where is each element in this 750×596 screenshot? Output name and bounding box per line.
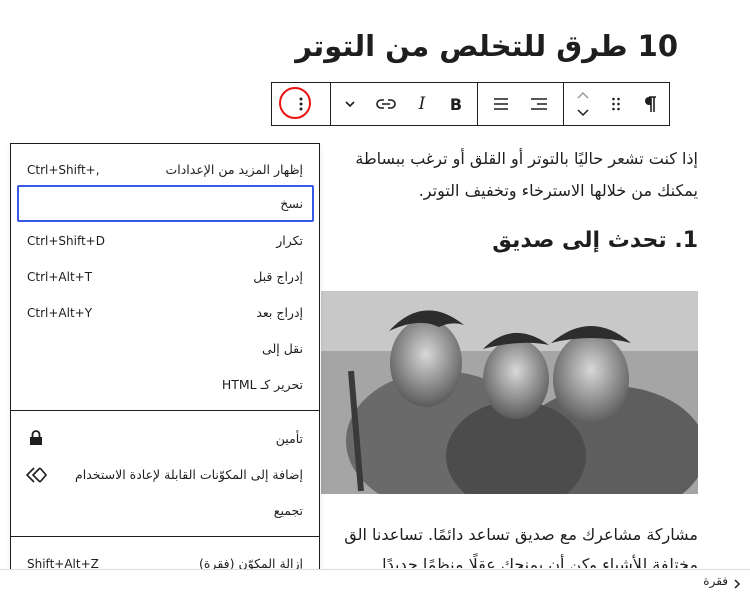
photo-children[interactable] [321, 291, 698, 494]
paragraph-line[interactable]: مشاركة مشاعرك مع صديق تساعد دائمًا. تساع… [344, 520, 698, 550]
align-button[interactable] [520, 83, 558, 125]
justify-button[interactable] [482, 83, 520, 125]
link-icon [376, 99, 396, 109]
lock-icon [29, 430, 43, 450]
menu-item-group[interactable]: تجميع [11, 494, 319, 528]
chevron-down-icon [345, 101, 355, 108]
page-title[interactable]: 10 طرق للتخلص من التوتر [295, 26, 678, 66]
photo-image [321, 291, 698, 494]
menu-item-add-reusable[interactable]: إضافة إلى المكوّنات القابلة لإعادة الاست… [11, 458, 319, 492]
toolbar-divider [477, 83, 478, 125]
paragraph-icon [645, 96, 656, 112]
bold-button[interactable]: B [438, 83, 474, 125]
align-right-icon [531, 98, 547, 110]
justify-icon [494, 98, 508, 110]
menu-item-shortcut: Ctrl+Shift+, [27, 163, 100, 177]
menu-item-shortcut: Ctrl+Alt+T [27, 270, 93, 284]
block-breadcrumb-bar: فقرة [0, 569, 750, 596]
menu-item-label: إظهار المزيد من الإعدادات [165, 162, 303, 177]
menu-item-lock[interactable]: تأمين [11, 422, 319, 456]
block-options-menu: إظهار المزيد من الإعدادات Ctrl+Shift+, ن… [10, 143, 320, 588]
drag-handle[interactable] [600, 83, 632, 125]
menu-item-label: تأمين [275, 431, 303, 446]
menu-item-label: إضافة إلى المكوّنات القابلة لإعادة الاست… [75, 467, 303, 482]
menu-item-insert-before[interactable]: إدراج قبل Ctrl+Alt+T [11, 260, 319, 294]
menu-item-shortcut: Ctrl+Alt+Y [27, 306, 93, 320]
menu-item-move-to[interactable]: نقل إلى [11, 332, 319, 366]
paragraph-line[interactable]: يمكنك من خلالها الاسترخاء وتخفيف التوتر. [419, 176, 698, 206]
menu-item-label: تجميع [273, 503, 303, 518]
focus-outline [17, 185, 314, 222]
reusable-block-icon [25, 467, 48, 487]
toolbar-divider [563, 83, 564, 125]
drag-handle-icon [612, 97, 620, 111]
breadcrumb-item[interactable]: فقرة [703, 574, 728, 588]
chevron-left-icon [732, 575, 742, 594]
move-buttons[interactable] [568, 83, 598, 125]
menu-item-edit-as-html[interactable]: تحرير كـ HTML [11, 368, 319, 402]
toolbar-divider [330, 83, 331, 125]
menu-item-label: تكرار [276, 233, 303, 248]
block-type-button[interactable] [632, 83, 668, 125]
subheading[interactable]: 1. تحدث إلى صديق [492, 228, 698, 253]
more-formatting-button[interactable] [332, 83, 368, 125]
paragraph-line[interactable]: مختلفة للأشياء وكن أن يمنحك عقلًا منظمًا… [377, 550, 698, 568]
menu-item-label: تحرير كـ HTML [221, 377, 303, 392]
italic-button[interactable]: I [404, 83, 440, 125]
highlight-circle [279, 87, 311, 119]
menu-divider [11, 536, 319, 537]
menu-item-shortcut: Ctrl+Shift+D [27, 234, 105, 248]
block-toolbar: I B [271, 82, 670, 126]
move-up-down-icon [577, 91, 589, 117]
paragraph-line[interactable]: إذا كنت تشعر حاليًا بالتوتر أو القلق أو … [355, 144, 698, 174]
menu-item-label: إدراج قبل [253, 269, 303, 284]
menu-item-label: إدراج بعد [256, 305, 303, 320]
menu-item-label: نقل إلى [262, 341, 303, 356]
menu-divider [11, 410, 319, 411]
menu-item-insert-after[interactable]: إدراج بعد Ctrl+Alt+Y [11, 296, 319, 330]
menu-item-show-more-settings[interactable]: إظهار المزيد من الإعدادات Ctrl+Shift+, [11, 153, 319, 187]
link-button[interactable] [368, 83, 404, 125]
menu-item-duplicate[interactable]: تكرار Ctrl+Shift+D [11, 224, 319, 258]
